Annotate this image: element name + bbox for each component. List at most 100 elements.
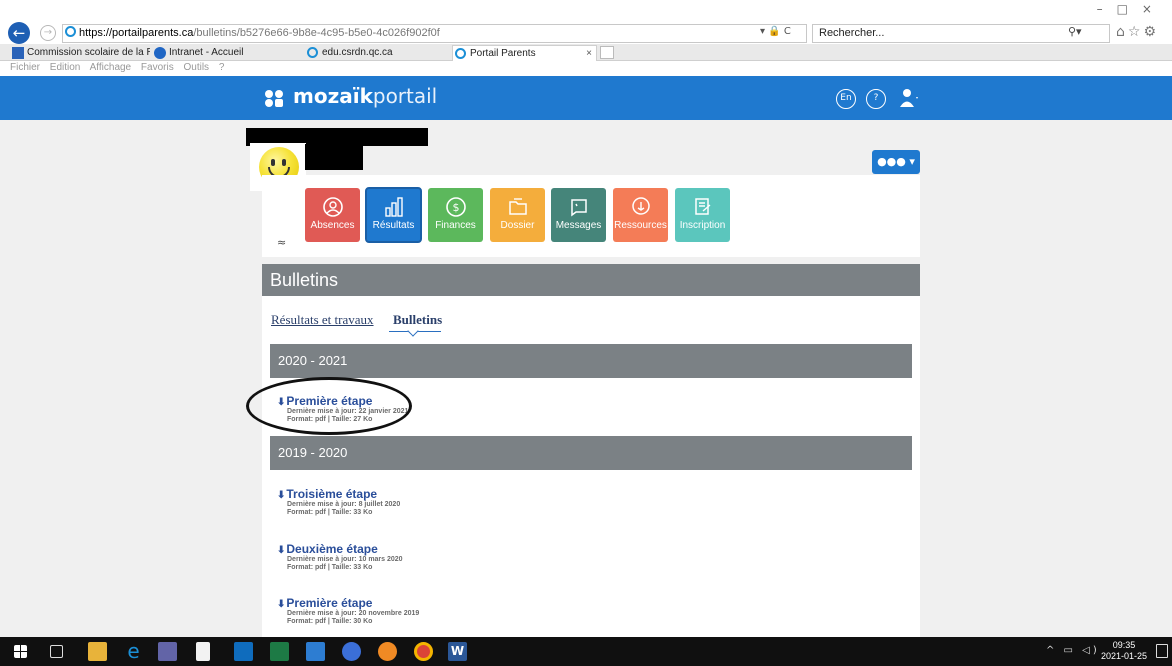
forward-button[interactable]: →: [40, 25, 56, 41]
taskbar-clock[interactable]: 09:35 2021-01-25: [1100, 640, 1148, 662]
word-icon[interactable]: W: [448, 642, 467, 661]
gear-icon[interactable]: ⚙: [1143, 24, 1159, 40]
section-title: Bulletins: [262, 264, 920, 296]
address-bar[interactable]: https://portailparents.ca/bulletins/b527…: [62, 24, 807, 43]
bulletin-format: Format: pdf | Taille: 30 Ko: [287, 618, 373, 625]
tile-messages[interactable]: Messages: [551, 188, 606, 242]
menu-outils[interactable]: Outils: [183, 62, 209, 73]
bulletin-updated: Dernière mise à jour: 20 novembre 2019: [287, 610, 420, 617]
menu-affichage[interactable]: Affichage: [90, 62, 132, 73]
download-icon: ⬇: [277, 599, 286, 610]
tile-resultats[interactable]: Résultats: [365, 187, 422, 243]
system-tray-icons[interactable]: ^ ▭ ◁): [1046, 645, 1100, 656]
back-button[interactable]: ←: [8, 22, 30, 44]
clock-date: 2021-01-25: [1100, 651, 1148, 661]
tile-label: Messages: [555, 220, 602, 231]
windows-taskbar: e W ^ ▭ ◁) 09:35 2021-01-25: [0, 637, 1172, 666]
tile-label: Finances: [435, 220, 476, 231]
outlook-icon[interactable]: [234, 642, 253, 661]
bulletin-format: Format: pdf | Taille: 33 Ko: [287, 564, 373, 571]
messages-icon: [570, 199, 587, 217]
tile-finances[interactable]: $ Finances: [428, 188, 483, 242]
group-users-icon: ●●●: [877, 155, 906, 168]
bulletin-item: ⬇Première étape Dernière mise à jour: 22…: [277, 394, 408, 424]
year-header-2020-2021: 2020 - 2021: [270, 344, 912, 378]
collapse-chevron-icon[interactable]: ≈: [277, 236, 286, 249]
resources-icon: [631, 197, 650, 215]
mozaik-logo-icon: [265, 90, 285, 108]
folder-icon: [508, 198, 527, 215]
tile-absences[interactable]: Absences: [305, 188, 360, 242]
bulletin-link[interactable]: ⬇Deuxième étape: [277, 542, 403, 556]
tab-edu-csrdn[interactable]: edu.csrdn.qc.ca: [305, 45, 445, 61]
dollar-icon: $: [445, 197, 466, 217]
subtab-bulletins[interactable]: Bulletins: [393, 312, 442, 328]
tab-label: edu.csrdn.qc.ca: [322, 47, 393, 58]
favorites-star-icon[interactable]: ☆: [1128, 24, 1144, 40]
logo-light-text: portail: [372, 84, 438, 108]
tile-label: Ressources: [614, 220, 667, 231]
file-explorer-icon[interactable]: [88, 642, 107, 661]
bulletin-item: ⬇Première étape Dernière mise à jour: 20…: [277, 596, 419, 626]
tile-dossier[interactable]: Dossier: [490, 188, 545, 242]
firefox-icon[interactable]: [378, 642, 397, 661]
svg-text:$: $: [452, 201, 459, 214]
help-button[interactable]: ?: [866, 89, 886, 109]
chrome-icon[interactable]: [414, 642, 433, 661]
subtab-resultats-travaux[interactable]: Résultats et travaux: [271, 312, 374, 328]
internet-explorer-icon[interactable]: e: [124, 641, 143, 661]
excel-icon[interactable]: [270, 642, 289, 661]
language-button[interactable]: En: [836, 89, 856, 109]
bulletin-title: Première étape: [286, 596, 373, 610]
address-tools[interactable]: ▾ 🔒 C: [760, 26, 791, 37]
teams-icon[interactable]: [158, 642, 177, 661]
task-view-icon[interactable]: [50, 645, 63, 658]
bulletin-link[interactable]: ⬇Troisième étape: [277, 487, 400, 501]
bulletin-title: Première étape: [286, 394, 373, 408]
results-chart-icon: [384, 197, 403, 217]
bulletin-updated: Dernière mise à jour: 8 juillet 2020: [287, 501, 401, 508]
search-input[interactable]: Rechercher...: [812, 24, 1110, 43]
tab-label: Portail Parents: [470, 48, 536, 59]
tab-intranet[interactable]: Intranet - Accueil: [152, 45, 292, 61]
notification-icon[interactable]: [1156, 644, 1168, 658]
bulletin-link[interactable]: ⬇Première étape: [277, 394, 408, 408]
absence-icon: [322, 197, 343, 217]
notepad-icon[interactable]: [196, 642, 210, 661]
browser-chrome: –□× ← → https://portailparents.ca/bullet…: [0, 0, 1172, 76]
search-icon[interactable]: ⚲▾: [1068, 25, 1082, 38]
tab-commission-scolaire[interactable]: Commission scolaire de la Rivi...: [10, 45, 150, 61]
close-tab-icon[interactable]: ×: [586, 46, 592, 61]
menu-edition[interactable]: Edition: [50, 62, 81, 73]
clock-time: 09:35: [1112, 640, 1136, 650]
tile-label: Résultats: [372, 220, 415, 231]
bulletins-content: Résultats et travaux Bulletins 2020 - 20…: [262, 296, 920, 637]
window-controls[interactable]: –□×: [1097, 2, 1166, 16]
bulletin-title: Deuxième étape: [286, 542, 378, 556]
new-tab-button[interactable]: [600, 46, 614, 59]
students-group-button[interactable]: ●●● ▾: [872, 150, 920, 174]
home-icon[interactable]: ⌂: [1116, 24, 1128, 40]
ie-favicon: [307, 47, 318, 58]
chrome-like-icon[interactable]: [342, 642, 361, 661]
download-icon: ⬇: [277, 397, 286, 408]
bulletin-updated: Dernière mise à jour: 10 mars 2020: [287, 556, 403, 563]
download-icon: ⬇: [277, 490, 286, 501]
toolbar-icons[interactable]: ⌂☆⚙: [1116, 24, 1159, 40]
tile-label: Inscription: [679, 220, 726, 231]
url-domain: https://portailparents.ca: [79, 27, 194, 39]
ie-favicon: [455, 48, 466, 59]
tab-portail-parents[interactable]: Portail Parents ×: [452, 45, 597, 61]
user-profile-icon[interactable]: [898, 87, 920, 109]
bulletin-format: Format: pdf | Taille: 33 Ko: [287, 509, 373, 516]
bulletin-link[interactable]: ⬇Première étape: [277, 596, 419, 610]
menu-bar: Fichier Edition Affichage Favoris Outils…: [0, 61, 1172, 76]
tile-inscription[interactable]: Inscription: [675, 188, 730, 242]
menu-help[interactable]: ?: [219, 62, 225, 73]
menu-fichier[interactable]: Fichier: [10, 62, 40, 73]
windows-start-icon[interactable]: [14, 645, 27, 658]
tile-ressources[interactable]: Ressources: [613, 188, 668, 242]
tab-label: Intranet - Accueil: [169, 47, 244, 58]
menu-favoris[interactable]: Favoris: [141, 62, 174, 73]
app-icon[interactable]: [306, 642, 325, 661]
